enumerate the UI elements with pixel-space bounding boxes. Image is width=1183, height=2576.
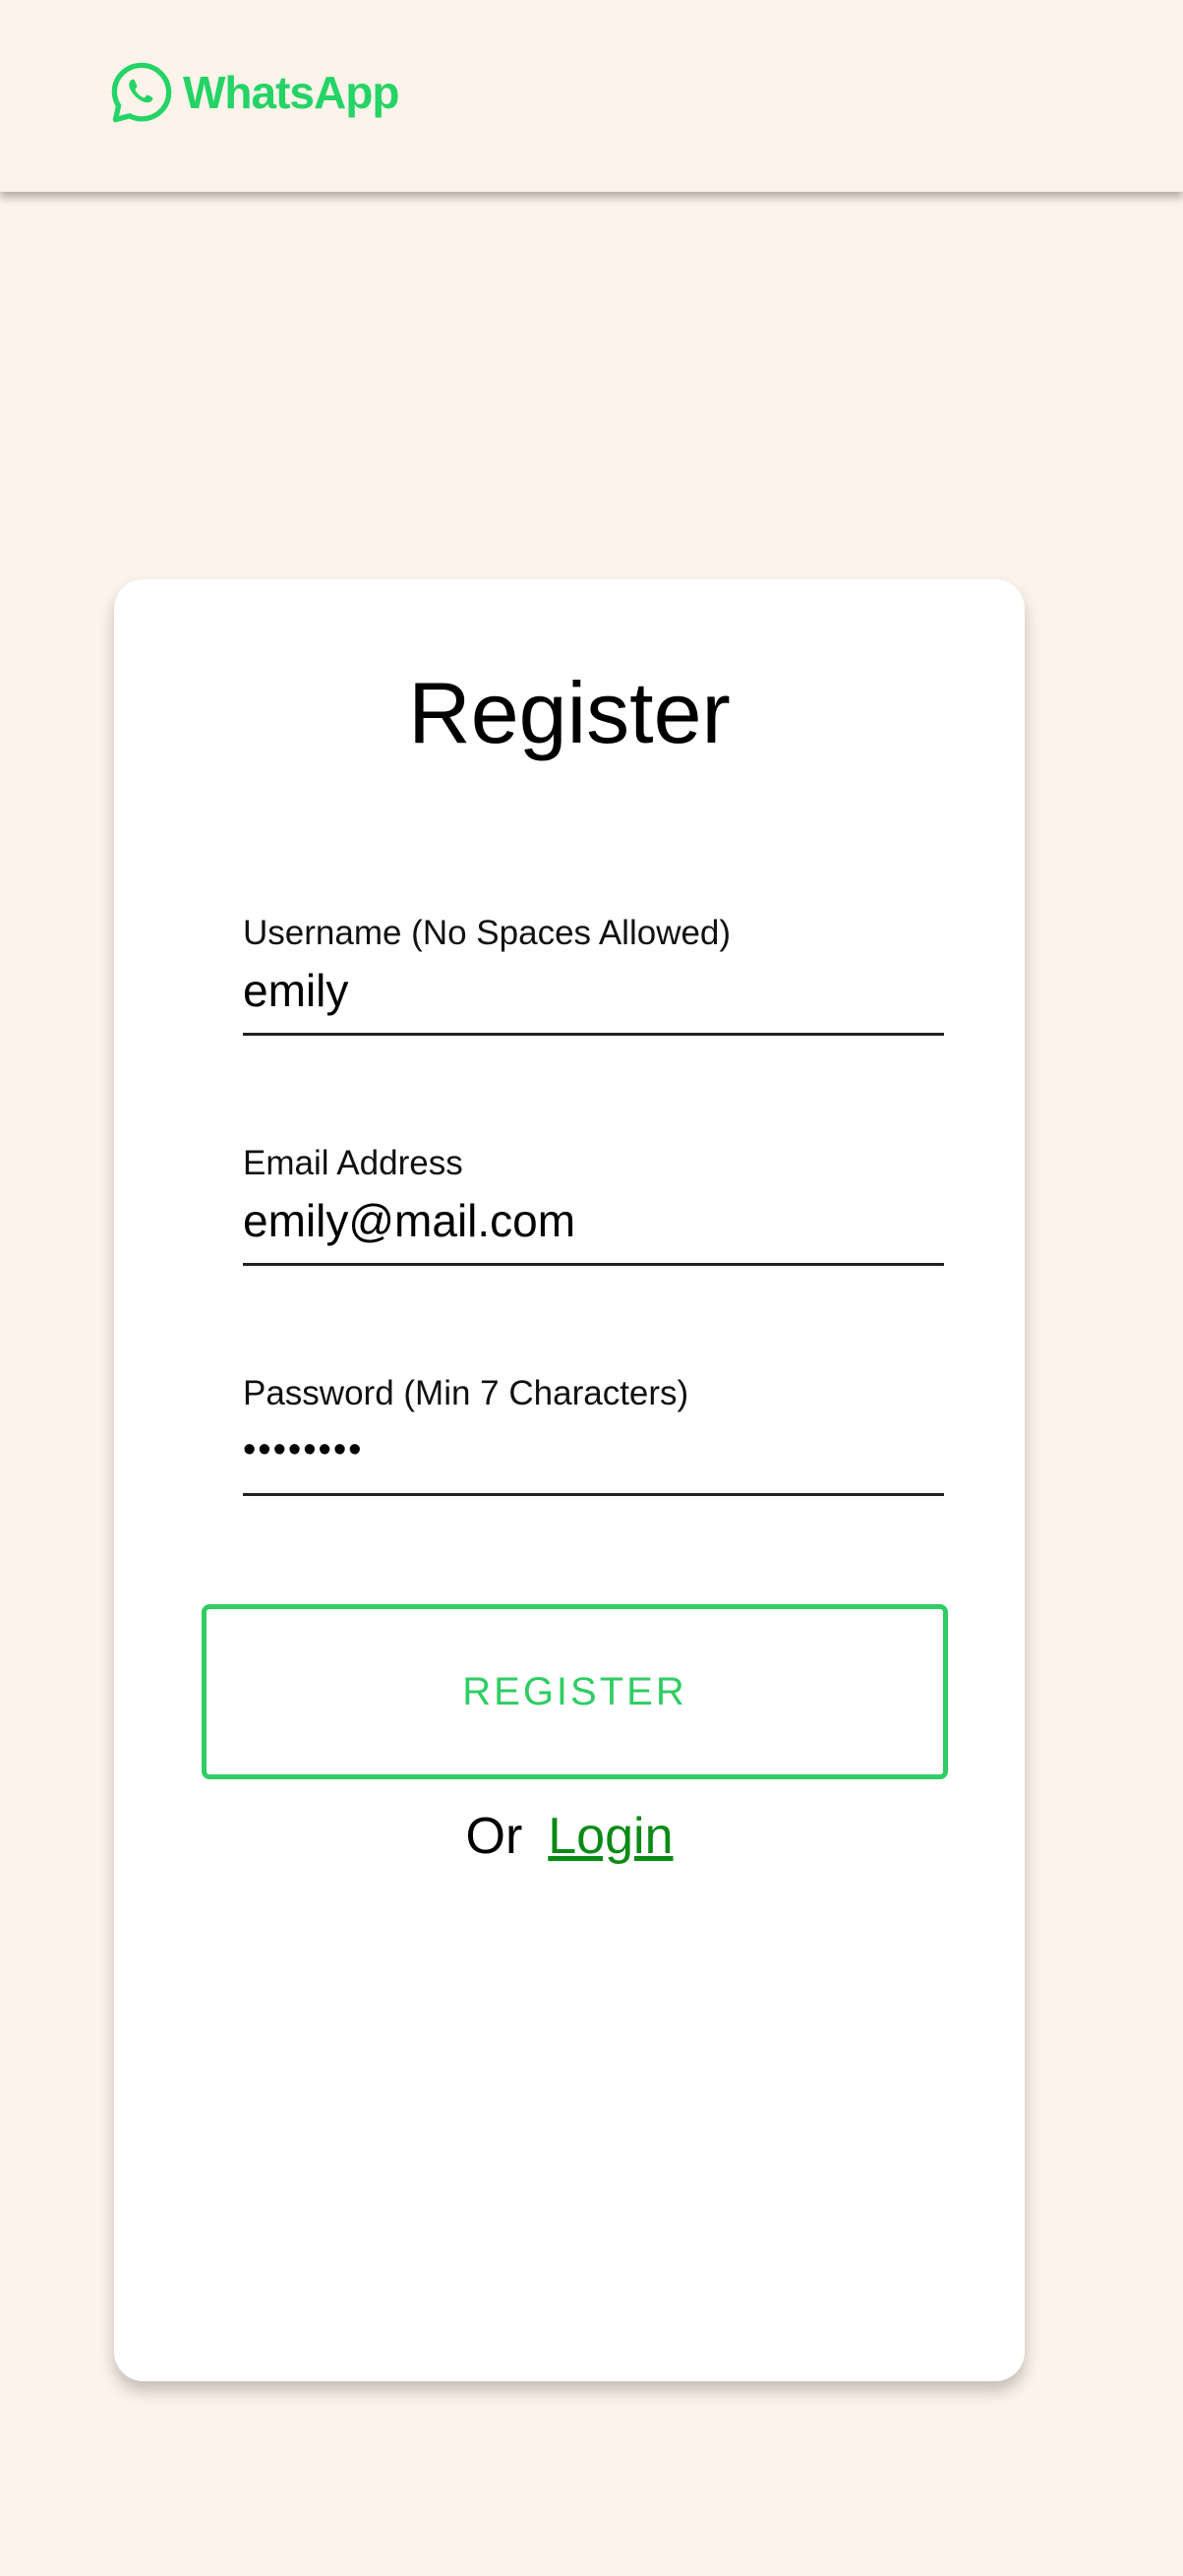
login-prompt: Or Login xyxy=(114,1807,1025,1866)
password-label: Password (Min 7 Characters) xyxy=(243,1374,689,1412)
login-link[interactable]: Login xyxy=(548,1808,673,1865)
password-input[interactable] xyxy=(243,1421,944,1496)
email-label: Email Address xyxy=(243,1144,463,1182)
password-field-group: Password (Min 7 Characters) xyxy=(243,1374,944,1496)
email-field-group: Email Address xyxy=(243,1144,944,1266)
register-button[interactable]: REGISTER xyxy=(202,1604,948,1779)
top-bar: WhatsApp xyxy=(0,0,1183,192)
email-input[interactable] xyxy=(243,1191,944,1266)
username-label: Username (No Spaces Allowed) xyxy=(243,914,732,952)
register-card: Register Username (No Spaces Allowed) Em… xyxy=(114,579,1025,2381)
or-text: Or xyxy=(465,1808,523,1865)
page-title: Register xyxy=(408,664,731,761)
brand-name: WhatsApp xyxy=(183,67,399,118)
brand-logo[interactable]: WhatsApp xyxy=(108,59,399,126)
username-input[interactable] xyxy=(243,961,944,1036)
username-field-group: Username (No Spaces Allowed) xyxy=(243,914,944,1036)
whatsapp-logo-icon xyxy=(111,62,172,123)
